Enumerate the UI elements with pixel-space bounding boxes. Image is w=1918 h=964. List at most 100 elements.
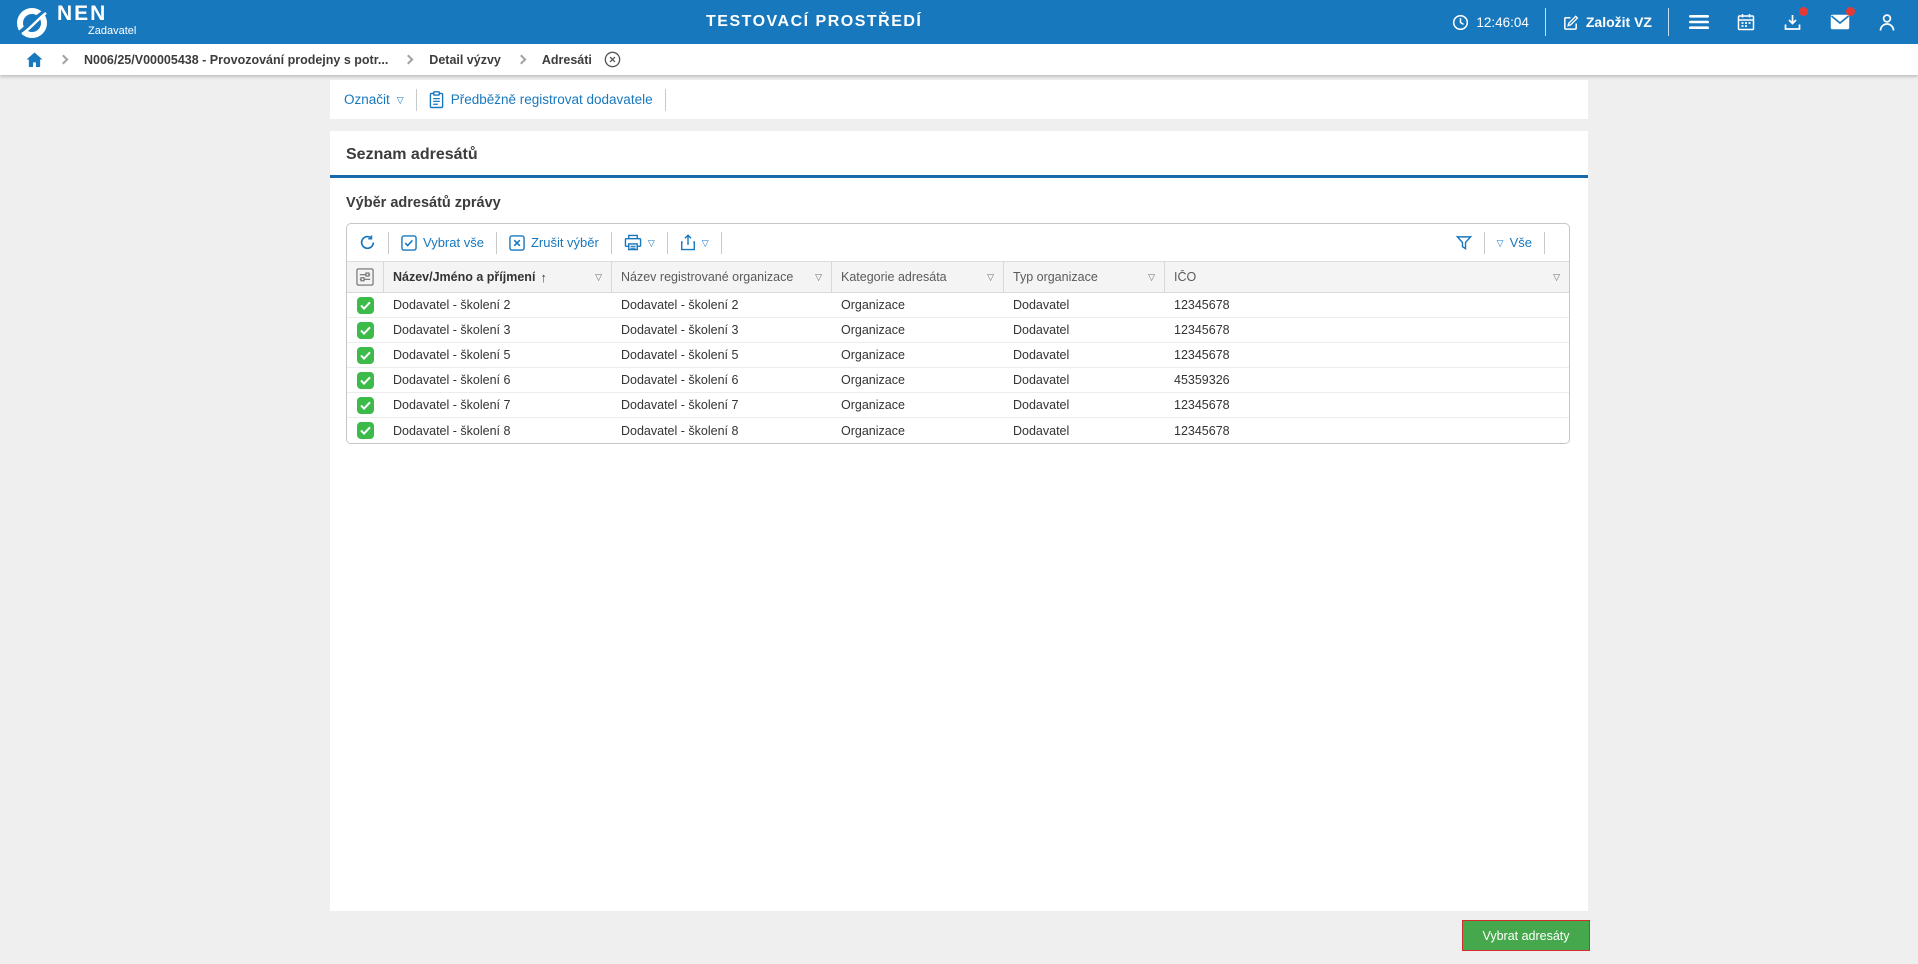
column-header-registered-org[interactable]: Název registrované organizace ▽	[611, 262, 831, 292]
cell-category: Organizace	[841, 298, 905, 312]
cell-ico: 12345678	[1174, 348, 1230, 362]
table-row[interactable]: Dodavatel - školení 5 Dodavatel - školen…	[347, 343, 1569, 368]
checkbox-x-icon	[509, 234, 525, 251]
table-row[interactable]: Dodavatel - školení 7 Dodavatel - školen…	[347, 393, 1569, 418]
chevron-right-icon	[58, 54, 69, 65]
cell-category: Organizace	[841, 398, 905, 412]
filter-view-dropdown[interactable]: ▽ Vše	[1497, 235, 1532, 250]
calendar-button[interactable]	[1722, 0, 1769, 44]
preregister-supplier-button[interactable]: Předběžně registrovat dodavatele	[429, 90, 653, 109]
downloads-button[interactable]	[1769, 0, 1816, 44]
cell-ico: 45359326	[1174, 373, 1230, 387]
messages-button[interactable]	[1816, 0, 1863, 44]
cell-name: Dodavatel - školení 7	[393, 398, 511, 412]
logo-text: NEN	[57, 2, 108, 25]
subsection-title: Výběr adresátů zprávy	[346, 195, 501, 211]
select-all-button[interactable]: Vybrat vše	[401, 234, 484, 251]
column-filter-icon[interactable]: ▽	[1148, 272, 1155, 283]
toolbar-separator	[610, 231, 612, 254]
clear-selection-button[interactable]: Zrušit výběr	[509, 234, 599, 251]
person-icon	[1878, 13, 1896, 32]
topbar-separator	[1544, 8, 1546, 36]
export-share-icon	[680, 234, 696, 251]
export-dropdown-button[interactable]: ▽	[680, 234, 709, 251]
calendar-icon	[1737, 13, 1755, 31]
cell-name: Dodavatel - školení 5	[393, 348, 511, 362]
breadcrumb-item-detail-vyzvy[interactable]: Detail výzvy	[429, 53, 501, 67]
column-header-ico[interactable]: IČO ▽	[1164, 262, 1569, 292]
cell-registered-org: Dodavatel - školení 7	[621, 398, 739, 412]
mark-dropdown-button[interactable]: Označit ▽	[344, 92, 404, 107]
clock-icon	[1452, 14, 1469, 31]
grid-toolbar: Vybrat vše Zrušit výběr ▽ ▽ ▽ Vše	[347, 224, 1569, 261]
cell-category: Organizace	[841, 373, 905, 387]
breadcrumb-item-procurement[interactable]: N006/25/V00005438 - Provozování prodejny…	[84, 53, 388, 67]
menu-button[interactable]	[1675, 0, 1722, 44]
environment-title: TESTOVACÍ PROSTŘEDÍ	[706, 13, 923, 30]
cell-org-type: Dodavatel	[1013, 323, 1070, 337]
session-time: 12:46:04	[1476, 14, 1529, 30]
row-checkbox-checked[interactable]	[356, 371, 374, 389]
nen-brand[interactable]: NEN Zadavatel	[14, 3, 136, 41]
row-checkbox-checked[interactable]	[356, 321, 374, 339]
cell-registered-org: Dodavatel - školení 3	[621, 323, 739, 337]
row-checkbox-checked[interactable]	[356, 296, 374, 314]
nen-logo-icon	[14, 5, 50, 41]
cell-category: Organizace	[841, 348, 905, 362]
cell-org-type: Dodavatel	[1013, 348, 1070, 362]
column-filter-icon[interactable]: ▽	[987, 272, 994, 283]
column-settings-button[interactable]	[347, 262, 383, 292]
session-clock: 12:46:04	[1442, 14, 1539, 31]
sort-ascending-icon: ↑	[540, 269, 547, 285]
column-filter-icon[interactable]: ▽	[1553, 272, 1560, 283]
page-title: Seznam adresátů	[346, 146, 478, 163]
filter-button[interactable]	[1455, 235, 1472, 251]
column-header-org-type[interactable]: Typ organizace ▽	[1003, 262, 1164, 292]
create-vz-button[interactable]: Založit VZ	[1552, 14, 1662, 31]
toolbar-separator	[664, 88, 666, 111]
clear-selection-label: Zrušit výběr	[530, 235, 599, 250]
chevron-down-icon: ▽	[647, 238, 655, 248]
filter-view-label: Vše	[1509, 235, 1532, 250]
table-row[interactable]: Dodavatel - školení 2 Dodavatel - školen…	[347, 293, 1569, 318]
topbar-actions: 12:46:04 Založit VZ	[1442, 0, 1910, 44]
table-row[interactable]: Dodavatel - školení 8 Dodavatel - školen…	[347, 418, 1569, 443]
cell-registered-org: Dodavatel - školení 5	[621, 348, 739, 362]
toolbar-separator	[1544, 231, 1545, 254]
hamburger-icon	[1688, 14, 1709, 30]
cell-org-type: Dodavatel	[1013, 373, 1070, 387]
column-filter-icon[interactable]: ▽	[815, 272, 822, 283]
table-row[interactable]: Dodavatel - školení 6 Dodavatel - školen…	[347, 368, 1569, 393]
toolbar-separator	[415, 88, 417, 111]
cell-registered-org: Dodavatel - školení 8	[621, 423, 739, 438]
downloads-notification-badge	[1799, 7, 1808, 16]
profile-button[interactable]	[1863, 0, 1910, 44]
clipboard-icon	[429, 90, 444, 109]
column-header-name[interactable]: Název/Jméno a příjmení ↑ ▽	[383, 262, 611, 292]
refresh-button[interactable]	[359, 234, 376, 251]
home-icon[interactable]	[26, 51, 43, 68]
print-dropdown-button[interactable]: ▽	[624, 234, 655, 251]
grid-header-row: Název/Jméno a příjmení ↑ ▽ Název registr…	[347, 261, 1569, 293]
cell-ico: 12345678	[1174, 423, 1230, 438]
cell-name: Dodavatel - školení 2	[393, 298, 511, 312]
table-row[interactable]: Dodavatel - školení 3 Dodavatel - školen…	[347, 318, 1569, 343]
cell-registered-org: Dodavatel - školení 2	[621, 298, 739, 312]
printer-icon	[624, 234, 642, 251]
cell-ico: 12345678	[1174, 323, 1230, 337]
column-filter-icon[interactable]: ▽	[595, 272, 602, 283]
main-panel: Seznam adresátů Výběr adresátů zprávy Vy…	[330, 131, 1588, 911]
row-checkbox-checked[interactable]	[356, 346, 374, 364]
addressees-grid: Vybrat vše Zrušit výběr ▽ ▽ ▽ Vše Název/…	[346, 223, 1570, 444]
preregister-supplier-label: Předběžně registrovat dodavatele	[450, 92, 653, 107]
row-checkbox-checked[interactable]	[356, 396, 374, 414]
select-addressees-button[interactable]: Vybrat adresáty	[1462, 920, 1590, 951]
messages-notification-badge	[1846, 7, 1855, 16]
chevron-right-icon	[403, 54, 414, 65]
toolbar-separator	[720, 231, 722, 254]
close-page-icon[interactable]	[604, 51, 621, 68]
row-checkbox-checked[interactable]	[356, 422, 374, 439]
column-header-category[interactable]: Kategorie adresáta ▽	[831, 262, 1003, 292]
create-vz-label: Založit VZ	[1585, 14, 1652, 30]
chevron-down-icon: ▽	[1496, 238, 1504, 248]
